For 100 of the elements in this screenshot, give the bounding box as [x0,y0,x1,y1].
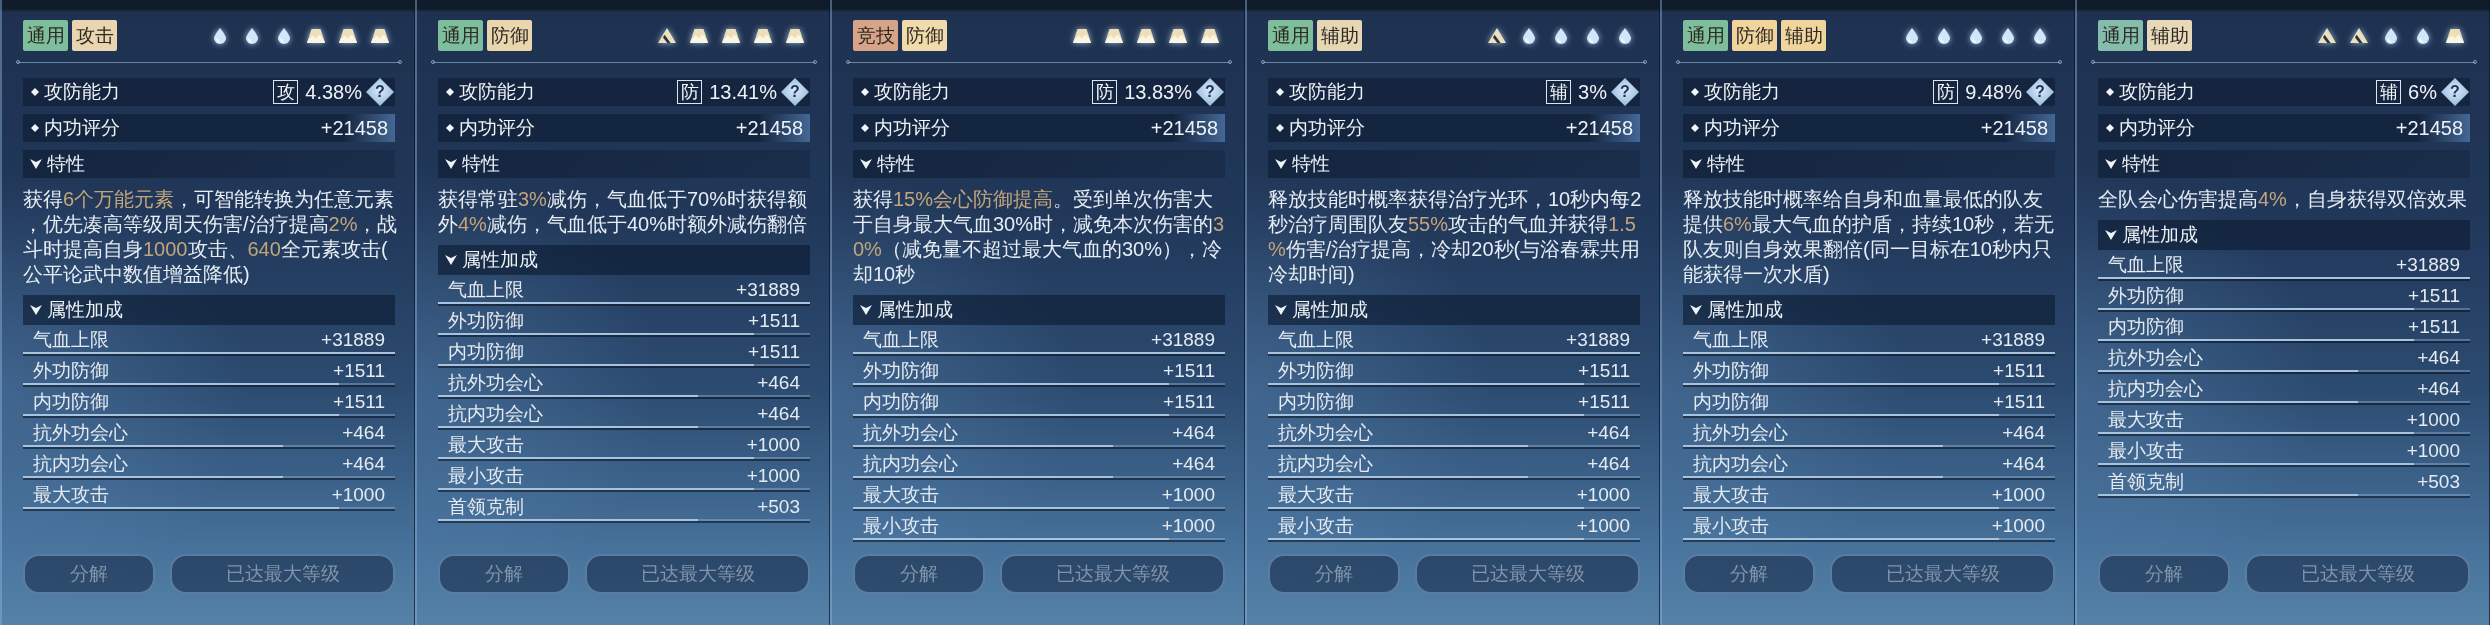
type-tag: 辅 [2376,80,2402,104]
stat-label: 外功防御 [1278,359,1354,383]
stat-label: 最小攻击 [863,514,939,538]
section-header[interactable]: 属性加成 [853,295,1225,325]
section-header[interactable]: 属性加成 [2098,220,2470,250]
stat-label: 最大攻击 [448,433,524,457]
stat-label: 内功防御 [2108,315,2184,339]
bullet-icon [2106,124,2114,132]
drop-icon [1523,27,1535,44]
category-tag: 防御 [902,20,947,51]
section-header[interactable]: 属性加成 [438,245,810,275]
stat-value: +1000 [1991,515,2045,537]
mountain-icon [690,28,708,43]
section-header[interactable]: 属性加成 [1268,295,1640,325]
stat-value: +464 [342,422,385,444]
section-header[interactable]: 特性 [1683,150,2055,178]
stat-label: 最大攻击 [863,483,939,507]
section-header[interactable]: 特性 [2098,150,2470,178]
stat-label: 首领克制 [2108,470,2184,494]
drop-icon [1555,27,1567,44]
drop-icon [278,27,290,44]
stat-label: 内功防御 [33,390,109,414]
mountain-icon [754,28,772,43]
stat-value: +1000 [1576,515,1630,537]
mountain-icon [371,28,389,43]
mountain-icon [1201,28,1219,43]
mountain-icon [339,28,357,43]
stat-value: +1511 [1993,391,2045,413]
drop-icon [246,27,258,44]
stat-label: 气血上限 [2108,253,2184,277]
stat-label: 首领克制 [448,495,524,519]
bullet-icon [861,88,869,96]
stat-value: +464 [1172,453,1215,475]
section-header[interactable]: 特性 [23,150,395,178]
score-value: +21458 [2395,116,2463,140]
score-value: +21458 [1565,116,1633,140]
help-button[interactable]: ? [2441,78,2469,106]
section-header[interactable]: 特性 [853,150,1225,178]
rating-value: 3% [1578,80,1607,104]
score-value: +21458 [1150,116,1218,140]
bullet-icon [1276,88,1284,96]
rating-value: 9.48% [1965,80,2022,104]
stat-value: +503 [2417,471,2460,493]
stat-label: 抗内功会心 [1693,452,1788,476]
drop-icon [1587,27,1599,44]
section-header[interactable]: 属性加成 [23,295,395,325]
trait-description: 全队会心伤害提高4%，自身获得双倍效果 [2098,187,2468,212]
category-tag: 防御 [1732,20,1777,51]
stat-value: +464 [2417,347,2460,369]
stat-label: 抗内功会心 [33,452,128,476]
rating-value: 13.41% [709,80,777,104]
drop-icon [214,27,226,44]
type-tag: 辅 [1546,80,1572,104]
stat-value: +31889 [2396,254,2460,276]
stat-value: +464 [2417,378,2460,400]
stat-value: +464 [2002,422,2045,444]
section-header[interactable]: 特性 [438,150,810,178]
category-tag: 通用 [438,20,483,51]
drop-icon [2002,27,2014,44]
bullet-icon [446,124,454,132]
stat-value: +464 [342,453,385,475]
stat-label: 最小攻击 [2108,439,2184,463]
rating-value: 4.38% [305,80,362,104]
help-button[interactable]: ? [781,78,809,106]
stat-label: 最大攻击 [2108,408,2184,432]
stat-label: 气血上限 [863,328,939,352]
type-tag: 攻 [273,80,299,104]
rating-label: 攻防能力 [2119,80,2195,104]
score-label: 内功评分 [459,116,535,140]
help-button[interactable]: ? [1611,78,1639,106]
score-label: 内功评分 [44,116,120,140]
stat-label: 最大攻击 [1278,483,1354,507]
help-button[interactable]: ? [366,78,394,106]
stat-label: 外功防御 [33,359,109,383]
rating-value: 13.83% [1124,80,1192,104]
category-tag: 攻击 [72,20,117,51]
section-header[interactable]: 属性加成 [1683,295,2055,325]
category-tag: 竞技 [853,20,898,51]
score-label: 内功评分 [1289,116,1365,140]
stat-value: +31889 [736,279,800,301]
stat-label: 抗内功会心 [1278,452,1373,476]
category-tag: 辅助 [1781,20,1826,51]
score-label: 内功评分 [874,116,950,140]
section-header[interactable]: 特性 [1268,150,1640,178]
mountain-icon [786,28,804,43]
bullet-icon [31,124,39,132]
category-tag: 通用 [2098,20,2143,51]
stat-label: 抗外功会心 [33,421,128,445]
category-tag: 通用 [23,20,68,51]
drop-icon [2034,27,2046,44]
mountain-icon [307,28,325,43]
stat-label: 内功防御 [1693,390,1769,414]
stat-value: +464 [2002,453,2045,475]
score-label: 内功评分 [2119,116,2195,140]
help-button[interactable]: ? [1196,78,1224,106]
bullet-icon [1276,124,1284,132]
mountain-icon [1137,28,1155,43]
stat-label: 外功防御 [863,359,939,383]
stat-value: +464 [1587,422,1630,444]
help-button[interactable]: ? [2026,78,2054,106]
